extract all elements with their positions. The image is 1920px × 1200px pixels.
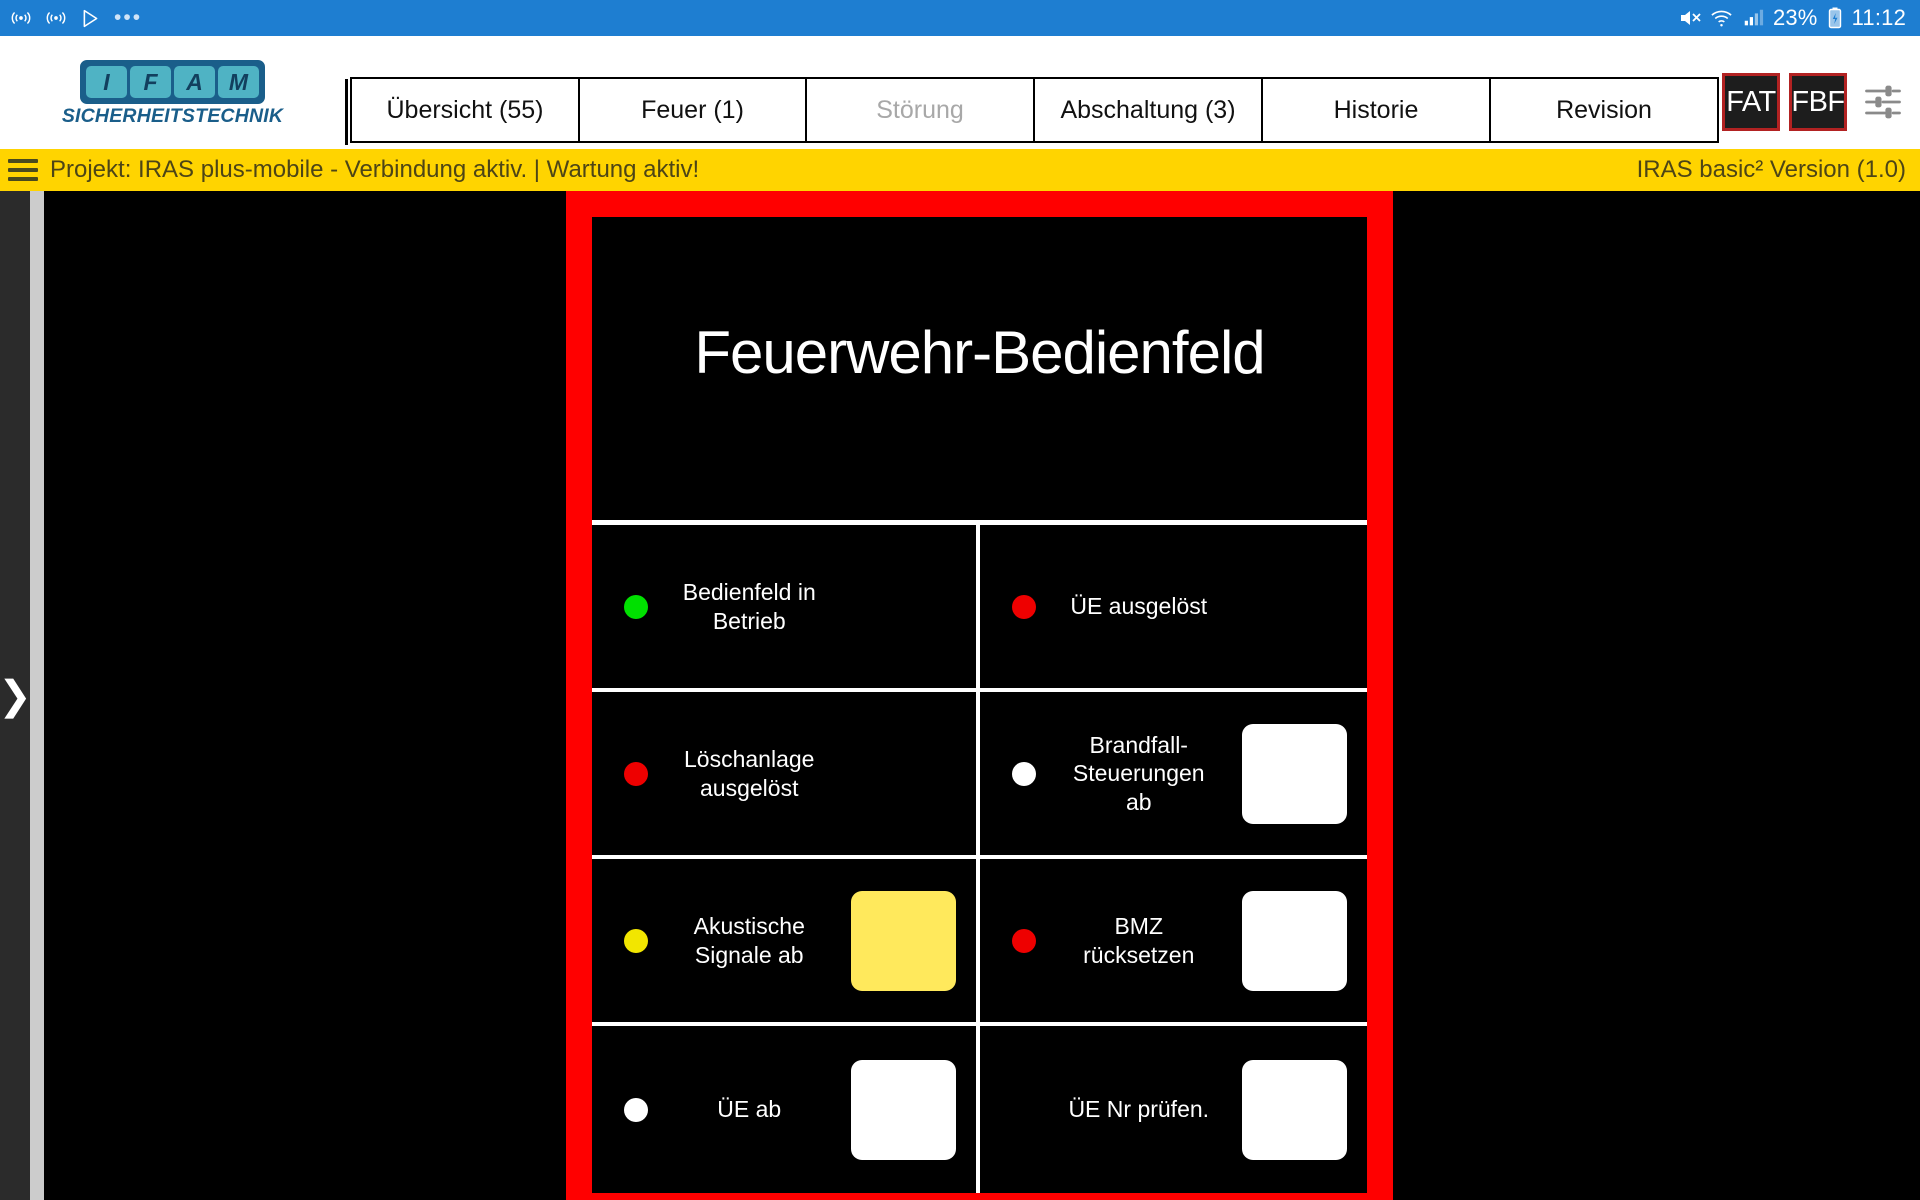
feuerwehr-bedienfeld-panel: Feuerwehr-Bedienfeld Bedienfeld in Betri… bbox=[566, 191, 1393, 1200]
app-root: ••• 23% 11:12 I F A M SICHERHEITSTECHNIK… bbox=[0, 0, 1920, 1200]
cell-label-line1: Bedienfeld in bbox=[682, 579, 816, 606]
cell-brandfall-steuerungen-ab[interactable]: Brandfall- Steuerungen ab bbox=[979, 692, 1367, 859]
status-bar-notifications: ••• bbox=[10, 7, 142, 29]
cast-icon bbox=[45, 7, 67, 29]
cell-signal-icon bbox=[1742, 7, 1764, 29]
cell-label: ÜE ausgelöst bbox=[1036, 592, 1243, 620]
fat-button[interactable]: FAT bbox=[1722, 73, 1780, 131]
led-indicator-none bbox=[1012, 1098, 1036, 1122]
cell-label: Brandfall- Steuerungen ab bbox=[1036, 731, 1243, 816]
led-indicator-white bbox=[624, 1097, 648, 1122]
logo-letter-boxes: I F A M bbox=[80, 60, 265, 104]
more-dots-icon: ••• bbox=[114, 6, 143, 29]
cell-akustische-signale-ab[interactable]: Akustische Signale ab bbox=[592, 859, 980, 1026]
cell-loeschanlage-ausgeloest[interactable]: Löschanlage ausgelöst bbox=[592, 692, 980, 859]
header-actions: FAT FBF bbox=[1722, 73, 1910, 131]
mute-icon bbox=[1677, 6, 1701, 30]
led-indicator-green bbox=[624, 594, 648, 619]
led-indicator-red bbox=[1011, 928, 1036, 953]
tab-stoerung[interactable]: Störung bbox=[807, 79, 1035, 141]
led-indicator-white bbox=[1011, 761, 1036, 786]
version-label: IRAS basic² Version (1.0) bbox=[1636, 156, 1906, 183]
hamburger-menu-icon[interactable] bbox=[8, 159, 38, 181]
project-status-bar: Projekt: IRAS plus-mobile - Verbindung a… bbox=[0, 149, 1920, 191]
cell-ue-nr-pruefen[interactable]: ÜE Nr prüfen. bbox=[979, 1026, 1367, 1193]
content-stage: ❯ Feuerwehr-Bedienfeld Bedienfeld in Bet… bbox=[0, 191, 1920, 1200]
fbf-button[interactable]: FBF bbox=[1789, 73, 1847, 131]
battery-percent-label: 23% bbox=[1772, 5, 1818, 30]
cell-button-bmz-ruecksetzen[interactable] bbox=[1242, 890, 1347, 991]
cell-label: Akustische Signale ab bbox=[648, 912, 851, 969]
cell-label-line2: Betrieb bbox=[712, 607, 786, 634]
cell-label-line1: BMZ bbox=[1114, 913, 1164, 940]
cell-ue-ab[interactable]: ÜE ab bbox=[592, 1026, 980, 1193]
cell-label-line2: Steuerungen bbox=[1072, 760, 1205, 787]
tab-revision[interactable]: Revision bbox=[1491, 79, 1717, 141]
led-indicator-red bbox=[624, 761, 648, 786]
cell-label-line1: ÜE ausgelöst bbox=[1070, 593, 1208, 620]
cell-label: BMZ rücksetzen bbox=[1036, 912, 1243, 969]
cell-button-akustische-signale-ab[interactable] bbox=[850, 890, 956, 991]
logo-letter-m: M bbox=[218, 66, 259, 98]
chevron-right-icon[interactable]: ❯ bbox=[0, 676, 32, 716]
clock-label: 11:12 bbox=[1851, 5, 1906, 30]
ifam-logo: I F A M SICHERHEITSTECHNIK bbox=[62, 60, 283, 127]
cell-button-ue-nr-pruefen[interactable] bbox=[1242, 1059, 1347, 1160]
cell-label-line2: Signale ab bbox=[694, 941, 804, 968]
logo-letter-a: A bbox=[174, 66, 215, 98]
tab-historie[interactable]: Historie bbox=[1263, 79, 1491, 141]
cell-label: ÜE Nr prüfen. bbox=[1036, 1095, 1243, 1123]
project-status-text: Projekt: IRAS plus-mobile - Verbindung a… bbox=[50, 156, 700, 183]
cell-label-line1: Löschanlage bbox=[684, 746, 815, 773]
led-indicator-yellow bbox=[624, 928, 648, 953]
cell-label-line1: Brandfall- bbox=[1089, 732, 1188, 759]
play-store-icon bbox=[80, 8, 101, 29]
panel-title: Feuerwehr-Bedienfeld bbox=[592, 217, 1367, 525]
cell-label-line3: ab bbox=[1125, 788, 1152, 815]
cell-ue-ausgeloest[interactable]: ÜE ausgelöst bbox=[979, 525, 1367, 692]
wifi-icon bbox=[1710, 7, 1733, 30]
logo-subtitle: SICHERHEITSTECHNIK bbox=[61, 105, 284, 127]
fbf-inner-panel: Feuerwehr-Bedienfeld Bedienfeld in Betri… bbox=[592, 217, 1367, 1193]
cell-bedienfeld-in-betrieb[interactable]: Bedienfeld in Betrieb bbox=[592, 525, 980, 692]
tab-feuer[interactable]: Feuer (1) bbox=[580, 79, 807, 141]
project-bar-left: Projekt: IRAS plus-mobile - Verbindung a… bbox=[8, 156, 699, 184]
tune-sliders-icon[interactable] bbox=[1856, 75, 1910, 129]
cell-button-ue-ab[interactable] bbox=[850, 1059, 956, 1160]
cell-button-brandfall-steuerungen-ab[interactable] bbox=[1242, 723, 1347, 824]
cell-label-line1: ÜE ab bbox=[717, 1096, 782, 1123]
sidebar-expand-rail[interactable]: ❯ bbox=[0, 191, 32, 1200]
led-indicator-red bbox=[1011, 594, 1036, 619]
status-bar-system-icons: 23% 11:12 bbox=[1677, 5, 1906, 31]
fbf-indicator-grid: Bedienfeld in Betrieb ÜE ausgelöst Lösch… bbox=[592, 525, 1367, 1193]
cast-icon bbox=[10, 7, 32, 29]
cell-label-line1: Akustische bbox=[693, 913, 805, 940]
cell-label: Bedienfeld in Betrieb bbox=[648, 578, 851, 635]
android-status-bar: ••• 23% 11:12 bbox=[0, 0, 1920, 36]
cell-label-line1: ÜE Nr prüfen. bbox=[1068, 1096, 1210, 1123]
app-header: I F A M SICHERHEITSTECHNIK Übersicht (55… bbox=[0, 36, 1920, 149]
cell-label: Löschanlage ausgelöst bbox=[648, 745, 851, 802]
cell-label: ÜE ab bbox=[648, 1095, 851, 1123]
logo-letter-i: I bbox=[86, 66, 127, 98]
cell-label-line2: ausgelöst bbox=[700, 774, 799, 801]
logo-letter-f: F bbox=[130, 66, 171, 98]
tab-uebersicht[interactable]: Übersicht (55) bbox=[352, 79, 580, 141]
sidebar-divider bbox=[30, 191, 44, 1200]
cell-bmz-ruecksetzen[interactable]: BMZ rücksetzen bbox=[979, 859, 1367, 1026]
cell-label-line2: rücksetzen bbox=[1083, 941, 1195, 968]
tab-abschaltung[interactable]: Abschaltung (3) bbox=[1035, 79, 1263, 141]
battery-charging-icon bbox=[1827, 6, 1843, 30]
main-tab-bar: Übersicht (55) Feuer (1) Störung Abschal… bbox=[345, 77, 1719, 145]
